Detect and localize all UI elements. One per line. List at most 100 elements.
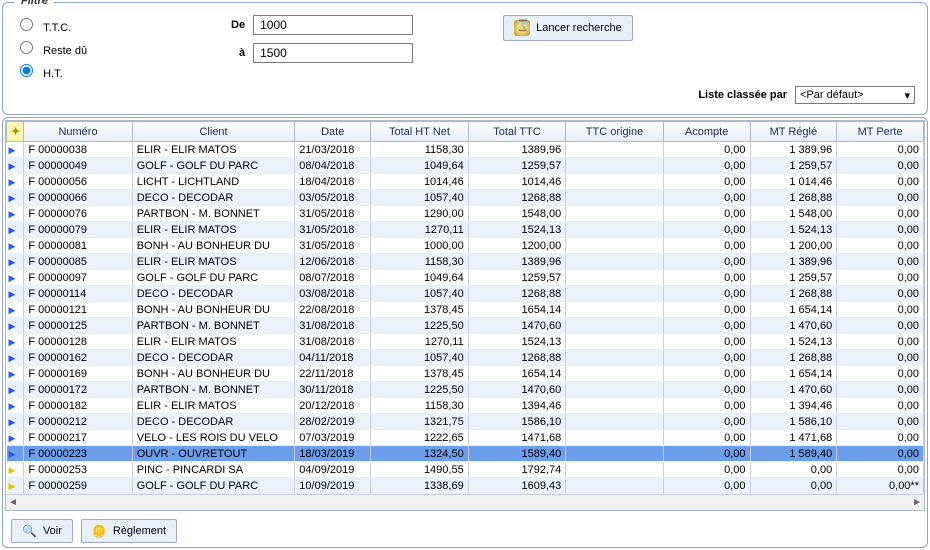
- table-row[interactable]: F 00000253PINC - PINCARDI SA04/09/201914…: [7, 462, 924, 478]
- cell-total-ttc: 1389,96: [468, 142, 566, 158]
- radio-reste[interactable]: [20, 41, 33, 54]
- table-row[interactable]: F 00000182ELIR - ELIR MATOS20/12/2018115…: [7, 398, 924, 414]
- table-row[interactable]: F 00000066DECO - DECODAR03/05/20181057,4…: [7, 190, 924, 206]
- horizontal-scrollbar[interactable]: ◄ ►: [6, 494, 924, 510]
- cell-date: 31/08/2018: [295, 318, 371, 334]
- cell-total-ht: 1321,75: [371, 414, 469, 430]
- cell-total-ht: 1270,11: [371, 222, 469, 238]
- cell-ttc-origine: [566, 254, 664, 270]
- cell-client: PARTBON - M. BONNET: [132, 318, 295, 334]
- cell-client: GOLF - GOLF DU PARC: [132, 270, 295, 286]
- search-button[interactable]: Lancer recherche: [503, 15, 633, 41]
- cell-total-ttc: 1524,13: [468, 222, 566, 238]
- cell-ttc-origine: [566, 334, 664, 350]
- scroll-right-icon[interactable]: ►: [912, 497, 922, 508]
- cell-numero: F 00000125: [24, 318, 132, 334]
- cell-total-ttc: 1654,14: [468, 302, 566, 318]
- table-row[interactable]: F 00000121BONH - AU BONHEUR DU22/08/2018…: [7, 302, 924, 318]
- cell-ttc-origine: [566, 478, 664, 494]
- table-row[interactable]: F 00000079ELIR - ELIR MATOS31/05/2018127…: [7, 222, 924, 238]
- col-mt-perte[interactable]: MT Perte: [837, 122, 924, 142]
- col-mt-regle[interactable]: MT Réglé: [750, 122, 837, 142]
- row-marker-icon: [7, 398, 24, 414]
- cell-ttc-origine: [566, 302, 664, 318]
- cell-mt-perte: 0,00: [837, 446, 924, 462]
- table-row[interactable]: F 00000049GOLF - GOLF DU PARC08/04/20181…: [7, 158, 924, 174]
- col-client[interactable]: Client: [132, 122, 295, 142]
- scroll-left-icon[interactable]: ◄: [8, 497, 18, 508]
- reglement-button[interactable]: Règlement: [81, 519, 177, 543]
- table-row[interactable]: F 00000056LICHT - LICHTLAND18/04/2018101…: [7, 174, 924, 190]
- row-marker-icon: [7, 270, 24, 286]
- voir-button-label: Voir: [43, 525, 62, 537]
- row-marker-icon: [7, 190, 24, 206]
- cell-date: 10/09/2019: [295, 478, 371, 494]
- data-grid[interactable]: ✦ Numéro Client Date Total HT Net Total …: [6, 121, 924, 494]
- radio-ttc[interactable]: [20, 18, 33, 31]
- table-row[interactable]: F 00000038ELIR - ELIR MATOS21/03/2018115…: [7, 142, 924, 158]
- table-row[interactable]: F 00000128ELIR - ELIR MATOS31/08/2018127…: [7, 334, 924, 350]
- cell-total-ht: 1490,55: [371, 462, 469, 478]
- chevron-down-icon: ▾: [904, 89, 910, 102]
- cell-client: BONH - AU BONHEUR DU: [132, 302, 295, 318]
- table-row[interactable]: F 00000212DECO - DECODAR28/02/20191321,7…: [7, 414, 924, 430]
- radio-ht[interactable]: [20, 64, 33, 77]
- cell-client: PARTBON - M. BONNET: [132, 206, 295, 222]
- cell-date: 22/08/2018: [295, 302, 371, 318]
- col-numero[interactable]: Numéro: [24, 122, 132, 142]
- grid-corner[interactable]: ✦: [7, 122, 24, 142]
- cell-ttc-origine: [566, 222, 664, 238]
- cell-total-ht: 1158,30: [371, 398, 469, 414]
- table-row[interactable]: F 00000076PARTBON - M. BONNET31/05/20181…: [7, 206, 924, 222]
- row-marker-icon: [7, 254, 24, 270]
- cell-mt-regle: 1 259,57: [750, 270, 837, 286]
- cell-date: 28/02/2019: [295, 414, 371, 430]
- table-row[interactable]: F 00000169BONH - AU BONHEUR DU22/11/2018…: [7, 366, 924, 382]
- cell-mt-regle: 1 389,96: [750, 142, 837, 158]
- col-acompte[interactable]: Acompte: [663, 122, 750, 142]
- table-row[interactable]: F 00000125PARTBON - M. BONNET31/08/20181…: [7, 318, 924, 334]
- cell-date: 08/04/2018: [295, 158, 371, 174]
- cell-numero: F 00000081: [24, 238, 132, 254]
- cell-mt-perte: 0,00: [837, 382, 924, 398]
- cell-mt-perte: 0,00: [837, 430, 924, 446]
- cell-client: PARTBON - M. BONNET: [132, 382, 295, 398]
- table-row[interactable]: F 00000217VELO - LES ROIS DU VELO07/03/2…: [7, 430, 924, 446]
- cell-client: OUVR - OUVRETOUT: [132, 446, 295, 462]
- sort-combo[interactable]: <Par défaut> ▾: [795, 86, 915, 104]
- cell-ttc-origine: [566, 286, 664, 302]
- voir-button[interactable]: Voir: [11, 519, 73, 543]
- cell-total-ht: 1158,30: [371, 142, 469, 158]
- table-row[interactable]: F 00000223OUVR - OUVRETOUT18/03/20191324…: [7, 446, 924, 462]
- cell-ttc-origine: [566, 446, 664, 462]
- cell-numero: F 00000212: [24, 414, 132, 430]
- cell-mt-regle: 1 654,14: [750, 302, 837, 318]
- cell-total-ht: 1290,00: [371, 206, 469, 222]
- row-marker-icon: [7, 430, 24, 446]
- cell-client: DECO - DECODAR: [132, 350, 295, 366]
- table-row[interactable]: F 00000081BONH - AU BONHEUR DU31/05/2018…: [7, 238, 924, 254]
- table-row[interactable]: F 00000172PARTBON - M. BONNET30/11/20181…: [7, 382, 924, 398]
- cell-total-ht: 1049,64: [371, 270, 469, 286]
- radio-reste-label: Reste dû: [43, 45, 87, 57]
- to-input[interactable]: [253, 43, 413, 63]
- col-date[interactable]: Date: [295, 122, 371, 142]
- cell-ttc-origine: [566, 430, 664, 446]
- from-input[interactable]: [253, 15, 413, 35]
- col-total-ht[interactable]: Total HT Net: [371, 122, 469, 142]
- cell-client: BONH - AU BONHEUR DU: [132, 238, 295, 254]
- cell-mt-perte: 0,00: [837, 414, 924, 430]
- table-row[interactable]: F 00000097GOLF - GOLF DU PARC08/07/20181…: [7, 270, 924, 286]
- col-ttc-origine[interactable]: TTC origine: [566, 122, 664, 142]
- cell-mt-perte: 0,00: [837, 334, 924, 350]
- cell-date: 18/04/2018: [295, 174, 371, 190]
- col-total-ttc[interactable]: Total TTC: [468, 122, 566, 142]
- cell-mt-regle: 1 259,57: [750, 158, 837, 174]
- table-row[interactable]: F 00000162DECO - DECODAR04/11/20181057,4…: [7, 350, 924, 366]
- cell-total-ht: 1378,45: [371, 366, 469, 382]
- row-marker-icon: [7, 446, 24, 462]
- table-row[interactable]: F 00000085ELIR - ELIR MATOS12/06/2018115…: [7, 254, 924, 270]
- table-row[interactable]: F 00000114DECO - DECODAR03/08/20181057,4…: [7, 286, 924, 302]
- table-row[interactable]: F 00000259GOLF - GOLF DU PARC10/09/20191…: [7, 478, 924, 494]
- cell-numero: F 00000076: [24, 206, 132, 222]
